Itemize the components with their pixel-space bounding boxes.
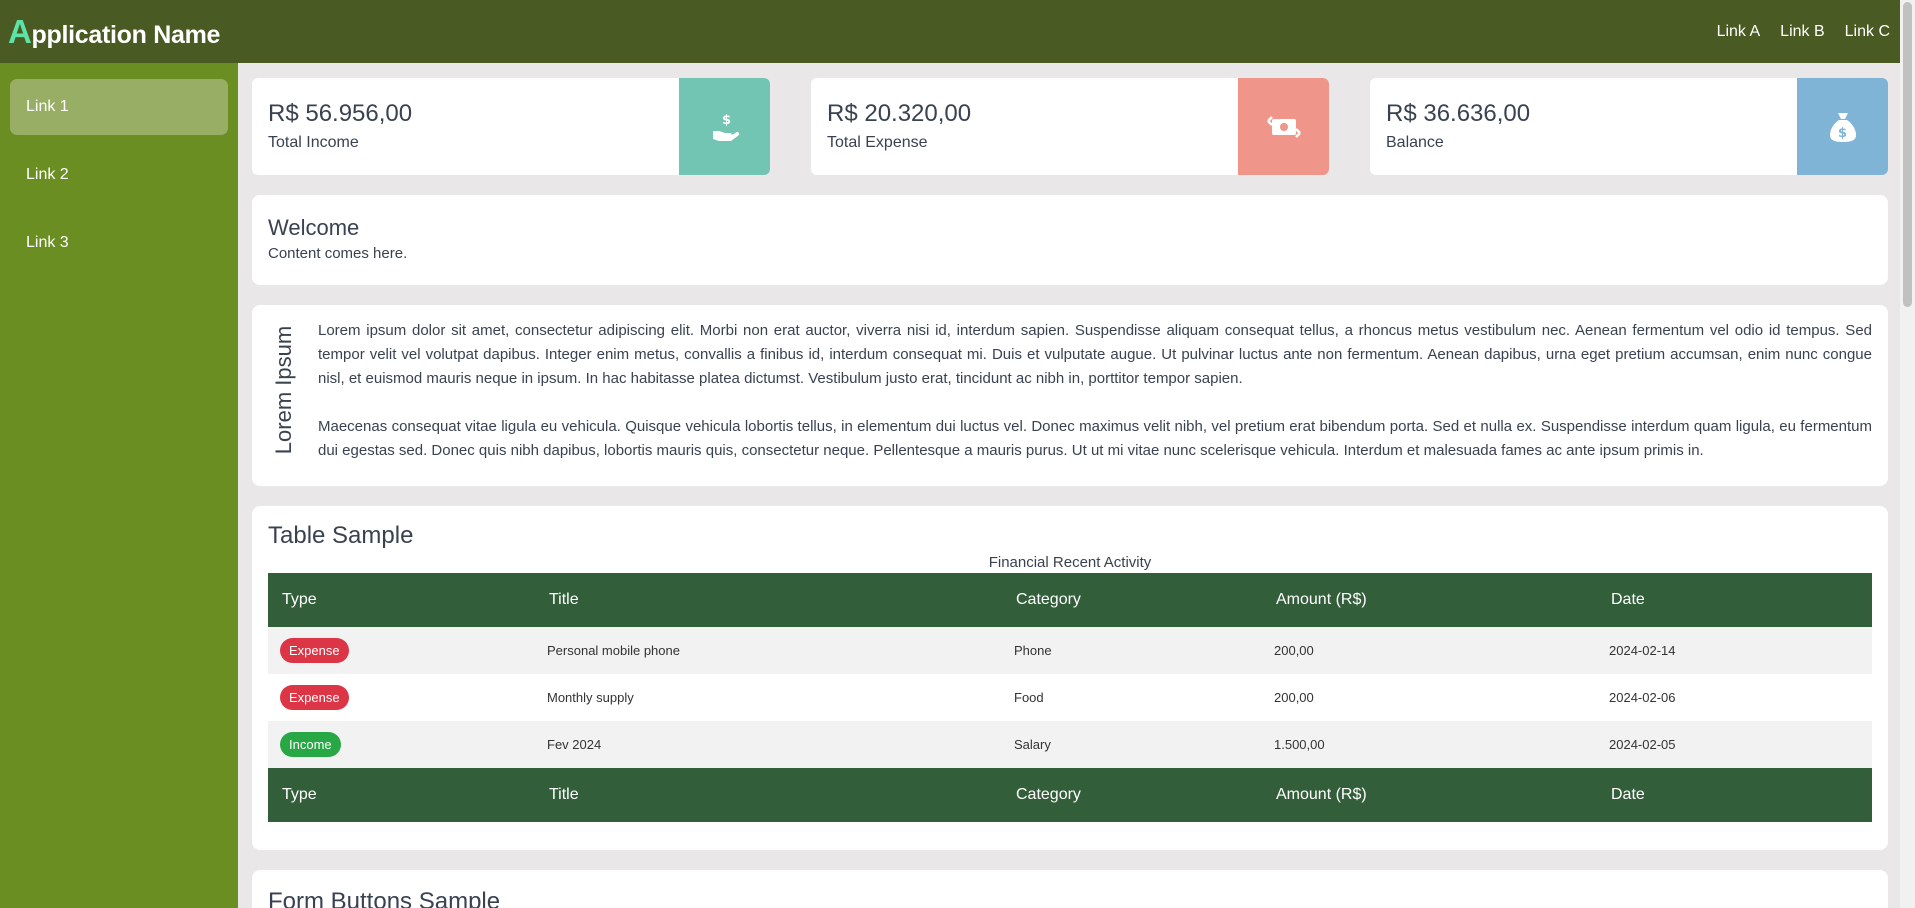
table-row: Expense Monthly supply Food 200,00 2024-… [268, 674, 1872, 721]
money-exchange-icon [1238, 78, 1329, 175]
row-amount: 200,00 [1262, 674, 1597, 721]
brand-name: pplication Name [31, 20, 221, 49]
sidebar-item-link-2[interactable]: Link 2 [10, 147, 228, 203]
footer-amount: Amount (R$) [1262, 768, 1597, 822]
scrollbar-thumb[interactable] [1903, 2, 1912, 307]
welcome-panel: Welcome Content comes here. [252, 195, 1888, 285]
hand-dollar-icon: $ [679, 78, 770, 175]
main-content: R$ 56.956,00 Total Income $ R$ 20.320,00… [252, 78, 1888, 908]
lorem-body: Lorem ipsum dolor sit amet, consectetur … [318, 319, 1872, 472]
table-title: Table Sample [268, 522, 414, 549]
column-header-amount: Amount (R$) [1262, 573, 1597, 627]
row-category: Salary [1002, 721, 1262, 768]
column-header-title: Title [535, 573, 1002, 627]
table-row: Expense Personal mobile phone Phone 200,… [268, 627, 1872, 674]
table-panel: Table Sample Financial Recent Activity T… [252, 506, 1888, 850]
expense-card: R$ 20.320,00 Total Expense [811, 78, 1329, 175]
app-brand[interactable]: A pplication Name [8, 13, 220, 51]
sidebar-item-link-1[interactable]: Link 1 [10, 79, 228, 135]
nav-link-c[interactable]: Link C [1845, 23, 1890, 41]
row-amount: 200,00 [1262, 627, 1597, 674]
row-amount: 1.500,00 [1262, 721, 1597, 768]
lorem-paragraph-2: Maecenas consequat vitae ligula eu vehic… [318, 418, 1872, 459]
sidebar-item-link-3[interactable]: Link 3 [10, 215, 228, 271]
row-title: Fev 2024 [535, 721, 1002, 768]
form-title: Form Buttons Sample [268, 888, 501, 908]
income-value: R$ 56.956,00 [268, 100, 413, 127]
lorem-side-title: Lorem Ipsum [271, 325, 296, 455]
svg-text:$: $ [1838, 126, 1847, 141]
money-bag-icon: $ [1797, 78, 1888, 175]
svg-text:$: $ [722, 113, 731, 128]
page-scrollbar[interactable] [1900, 0, 1915, 908]
type-badge: Expense [280, 638, 349, 663]
column-header-type: Type [268, 573, 535, 627]
lorem-panel: Lorem Ipsum Lorem ipsum dolor sit amet, … [252, 305, 1888, 486]
balance-value: R$ 36.636,00 [1386, 100, 1531, 127]
table-row: Income Fev 2024 Salary 1.500,00 2024-02-… [268, 721, 1872, 768]
activity-table: Type Title Category Amount (R$) Date Exp… [268, 573, 1872, 822]
lorem-paragraph-1: Lorem ipsum dolor sit amet, consectetur … [318, 322, 1872, 387]
balance-card: R$ 36.636,00 Balance $ [1370, 78, 1888, 175]
welcome-title: Welcome [268, 215, 360, 240]
table-caption: Financial Recent Activity [988, 554, 1152, 571]
footer-title: Title [535, 768, 1002, 822]
top-nav-links: Link A Link B Link C [1717, 23, 1890, 41]
type-badge: Expense [280, 685, 349, 710]
sidebar: Link 1 Link 2 Link 3 [0, 63, 238, 908]
footer-date: Date [1597, 768, 1872, 822]
table-footer-row: Type Title Category Amount (R$) Date [268, 768, 1872, 822]
nav-link-b[interactable]: Link B [1780, 23, 1824, 41]
expense-value: R$ 20.320,00 [827, 100, 972, 127]
welcome-text: Content comes here. [268, 245, 408, 262]
nav-link-a[interactable]: Link A [1717, 23, 1761, 41]
column-header-category: Category [1002, 573, 1262, 627]
balance-label: Balance [1386, 134, 1444, 151]
row-title: Personal mobile phone [535, 627, 1002, 674]
row-date: 2024-02-06 [1597, 674, 1872, 721]
expense-label: Total Expense [827, 134, 928, 151]
row-title: Monthly supply [535, 674, 1002, 721]
footer-category: Category [1002, 768, 1262, 822]
row-category: Phone [1002, 627, 1262, 674]
row-category: Food [1002, 674, 1262, 721]
brand-initial: A [8, 12, 32, 50]
form-buttons-panel: Form Buttons Sample [252, 870, 1888, 908]
top-navbar: A pplication Name Link A Link B Link C [0, 0, 1900, 63]
row-date: 2024-02-14 [1597, 627, 1872, 674]
column-header-date: Date [1597, 573, 1872, 627]
summary-cards: R$ 56.956,00 Total Income $ R$ 20.320,00… [252, 78, 1888, 175]
lorem-side-heading: Lorem Ipsum [270, 319, 318, 472]
income-label: Total Income [268, 134, 359, 151]
income-card: R$ 56.956,00 Total Income $ [252, 78, 770, 175]
type-badge: Income [280, 732, 341, 757]
row-date: 2024-02-05 [1597, 721, 1872, 768]
footer-type: Type [268, 768, 535, 822]
table-header-row: Type Title Category Amount (R$) Date [268, 573, 1872, 627]
